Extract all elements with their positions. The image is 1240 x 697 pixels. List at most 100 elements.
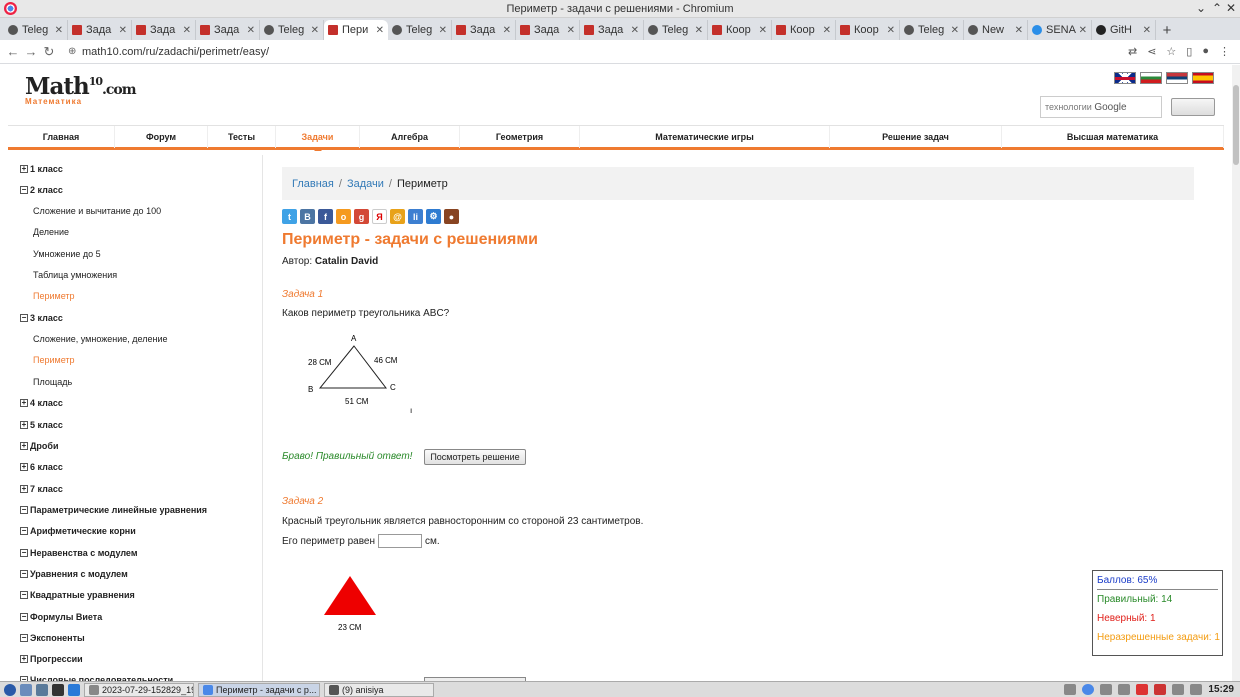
menu-icon[interactable]: ⋮ xyxy=(1219,45,1230,58)
close-tab-icon[interactable]: ✕ xyxy=(695,25,703,36)
browser-tab[interactable]: Коор ✕ xyxy=(708,20,772,40)
browser-tab[interactable]: Коор ✕ xyxy=(836,20,900,40)
profile-icon[interactable]: ● xyxy=(1202,45,1209,58)
breadcrumb-section[interactable]: Задачи xyxy=(347,178,384,190)
expand-icon[interactable]: + xyxy=(20,165,28,173)
browser-tab[interactable]: GitH ✕ xyxy=(1092,20,1156,40)
browser-tab[interactable]: Пери ✕ xyxy=(324,20,388,40)
browser-tab[interactable]: Teleg ✕ xyxy=(644,20,708,40)
taskbar-task[interactable]: 2023-07-29-152829_192... xyxy=(84,682,194,697)
collapse-icon[interactable]: − xyxy=(20,186,28,194)
show-solution-button[interactable]: Посмотреть решение xyxy=(424,449,526,465)
misc-icon[interactable]: ● xyxy=(444,209,459,224)
nav-item[interactable]: Алгебра xyxy=(360,126,460,148)
nav-item[interactable]: Тесты xyxy=(208,126,276,148)
sidebar-category[interactable]: − Арифметические корни xyxy=(20,526,136,536)
browser-tab[interactable]: Зада ✕ xyxy=(196,20,260,40)
sidebar-link[interactable]: Периметр xyxy=(33,355,75,365)
yandex-icon[interactable]: Я xyxy=(372,209,387,224)
sidebar-link[interactable]: Площадь xyxy=(33,377,72,387)
close-tab-icon[interactable]: ✕ xyxy=(183,25,191,36)
address-bar[interactable]: ⊕ math10.com/ru/zadachi/perimetr/easy/ xyxy=(68,42,1118,62)
close-tab-icon[interactable]: ✕ xyxy=(759,25,767,36)
maximize-icon[interactable]: ⌃ xyxy=(1212,1,1222,15)
browser-tab[interactable]: Зада ✕ xyxy=(580,20,644,40)
browser-tab[interactable]: Teleg ✕ xyxy=(4,20,68,40)
scrollbar-thumb[interactable] xyxy=(1233,85,1239,165)
twitter-icon[interactable]: t xyxy=(282,209,297,224)
sidebar-link[interactable]: Сложение и вычитание до 100 xyxy=(33,206,161,216)
share-icon[interactable]: ⋖ xyxy=(1147,45,1156,58)
sidebar-category[interactable]: − Неравенства с модулем xyxy=(20,548,137,558)
collapse-icon[interactable]: − xyxy=(20,570,28,578)
site-logo[interactable]: Math10.com Математика xyxy=(25,73,137,106)
search-button[interactable] xyxy=(1171,98,1215,116)
flag-serbian-icon[interactable] xyxy=(1166,72,1188,84)
vk-icon[interactable]: В xyxy=(300,209,315,224)
site-info-icon[interactable]: ⊕ xyxy=(68,46,82,57)
browser-tab[interactable]: Teleg ✕ xyxy=(260,20,324,40)
close-tab-icon[interactable]: ✕ xyxy=(55,25,63,36)
window-list-icon[interactable] xyxy=(1064,684,1077,695)
taskbar-task[interactable]: (9) anisiya xyxy=(324,682,434,697)
expand-icon[interactable]: + xyxy=(20,485,28,493)
page-scrollbar[interactable] xyxy=(1232,65,1240,681)
sidebar-category[interactable]: − Экспоненты xyxy=(20,633,85,643)
perimeter-answer-input[interactable] xyxy=(378,534,422,548)
collapse-icon[interactable]: − xyxy=(20,506,28,514)
browser-tab[interactable]: Коор ✕ xyxy=(772,20,836,40)
sidebar-category[interactable]: − Уравнения с модулем xyxy=(20,569,128,579)
sidebar-category[interactable]: +1 класс xyxy=(20,164,63,174)
browser-tab[interactable]: Teleg ✕ xyxy=(388,20,452,40)
nav-item[interactable]: Задачи xyxy=(276,126,360,151)
sidebar-category[interactable]: +4 класс xyxy=(20,398,63,408)
close-tab-icon[interactable]: ✕ xyxy=(823,25,831,36)
network-icon[interactable] xyxy=(1118,684,1131,695)
taskbar-task[interactable]: Периметр - задачи с р... xyxy=(198,682,320,697)
close-tab-icon[interactable]: ✕ xyxy=(887,25,895,36)
sidebar-category[interactable]: − Параметрические линейные уравнения xyxy=(20,505,207,515)
browser-tab[interactable]: SENA ✕ xyxy=(1028,20,1092,40)
bookmark-star-icon[interactable]: ☆ xyxy=(1166,45,1176,58)
sidebar-link[interactable]: Периметр xyxy=(33,291,75,301)
files-icon[interactable] xyxy=(36,683,48,696)
googleplus-icon[interactable]: g xyxy=(354,209,369,224)
back-icon[interactable]: ← xyxy=(4,44,22,59)
sidebar-link[interactable]: Таблица умножения xyxy=(33,270,117,280)
sidebar-link[interactable]: Умножение до 5 xyxy=(33,249,101,259)
sidebar-category[interactable]: +6 класс xyxy=(20,462,63,472)
nav-item[interactable]: Форум xyxy=(115,126,208,148)
flag-bulgarian-icon[interactable] xyxy=(1140,72,1162,84)
nav-item[interactable]: Геометрия xyxy=(460,126,580,148)
close-tab-icon[interactable]: ✕ xyxy=(1079,25,1087,36)
vscode-icon[interactable] xyxy=(68,683,80,696)
translate-icon[interactable]: ⇄ xyxy=(1128,45,1137,58)
expand-icon[interactable]: + xyxy=(20,399,28,407)
sidebar-category[interactable]: +7 класс xyxy=(20,484,63,494)
sidebar-link[interactable]: Сложение, умножение, деление xyxy=(33,334,168,344)
expand-icon[interactable]: + xyxy=(20,655,28,663)
close-tab-icon[interactable]: ✕ xyxy=(567,25,575,36)
chromium-tray-icon[interactable] xyxy=(1082,684,1095,695)
collapse-icon[interactable]: − xyxy=(20,591,28,599)
browser-tab[interactable]: New ✕ xyxy=(964,20,1028,40)
sidebar-category[interactable]: − Формулы Виета xyxy=(20,612,102,622)
expand-icon[interactable]: + xyxy=(20,442,28,450)
liveinternet-icon[interactable]: li xyxy=(408,209,423,224)
breadcrumb-home[interactable]: Главная xyxy=(292,178,334,190)
bluetooth-icon[interactable] xyxy=(1100,684,1113,695)
reload-icon[interactable]: ↻ xyxy=(40,44,58,60)
forward-icon[interactable]: → xyxy=(22,44,40,59)
sidebar-category[interactable]: +5 класс xyxy=(20,420,63,430)
updates-icon[interactable] xyxy=(1136,684,1149,695)
start-menu-icon[interactable] xyxy=(4,683,16,696)
close-tab-icon[interactable]: ✕ xyxy=(503,25,511,36)
close-tab-icon[interactable]: ✕ xyxy=(119,25,127,36)
nav-item[interactable]: Высшая математика xyxy=(1002,126,1224,148)
sidebar-category[interactable]: −3 класс xyxy=(20,313,63,323)
new-tab-button[interactable]: + xyxy=(1156,20,1178,40)
sidebar-category[interactable]: + Дроби xyxy=(20,441,59,451)
browser-tab[interactable]: Teleg ✕ xyxy=(900,20,964,40)
browser-tab[interactable]: Зада ✕ xyxy=(68,20,132,40)
sidebar-link[interactable]: Деление xyxy=(33,227,69,237)
